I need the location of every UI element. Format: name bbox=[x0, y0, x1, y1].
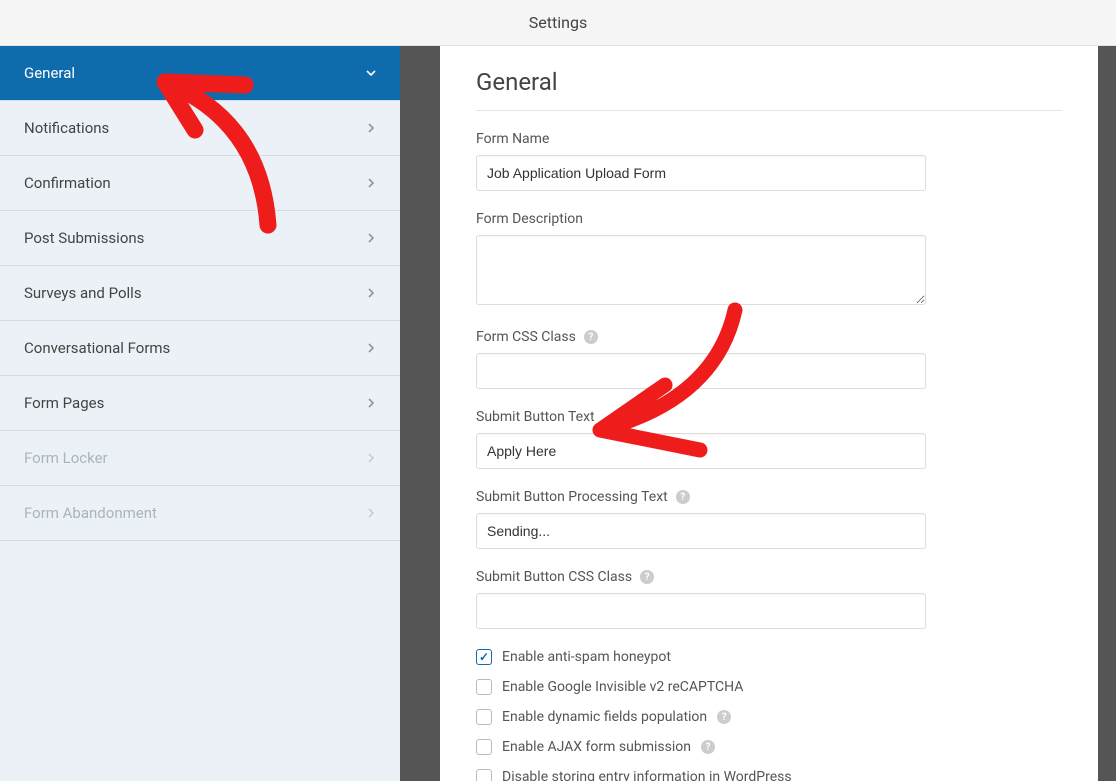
help-icon[interactable]: ? bbox=[584, 330, 598, 344]
form-description-label: Form Description bbox=[476, 211, 1062, 227]
help-icon[interactable]: ? bbox=[676, 490, 690, 504]
sidebar-item-label: Form Pages bbox=[24, 394, 104, 412]
checkbox-row: Enable anti-spam honeypot bbox=[476, 649, 1062, 665]
chevron-right-icon bbox=[366, 398, 376, 408]
checkbox-row: Disable storing entry information in Wor… bbox=[476, 769, 1062, 781]
form-name-label: Form Name bbox=[476, 131, 1062, 147]
checkbox-row: Enable AJAX form submission? bbox=[476, 739, 1062, 755]
gutter-right bbox=[1098, 46, 1116, 781]
page-title: General bbox=[476, 68, 1062, 111]
chevron-right-icon bbox=[366, 233, 376, 243]
checkbox-row: Enable Google Invisible v2 reCAPTCHA bbox=[476, 679, 1062, 695]
submit-processing-label: Submit Button Processing Text bbox=[476, 489, 668, 505]
settings-sidebar: General Notifications Confirmation Post Sub… bbox=[0, 46, 400, 781]
form-css-label: Form CSS Class bbox=[476, 329, 576, 345]
checkbox[interactable] bbox=[476, 769, 492, 781]
chevron-right-icon bbox=[366, 288, 376, 298]
sidebar-item-conversational-forms[interactable]: Conversational Forms bbox=[0, 321, 400, 376]
chevron-right-icon bbox=[366, 178, 376, 188]
field-form-css-class: Form CSS Class ? bbox=[476, 329, 1062, 389]
field-form-name: Form Name bbox=[476, 131, 1062, 191]
main-panel: General Form Name Form Description Form … bbox=[440, 46, 1098, 781]
checkbox[interactable] bbox=[476, 679, 492, 695]
sidebar-item-label: Form Abandonment bbox=[24, 504, 157, 522]
checkbox[interactable] bbox=[476, 739, 492, 755]
checkbox-label: Enable dynamic fields population bbox=[502, 709, 707, 725]
chevron-down-icon bbox=[366, 68, 376, 78]
checkbox-row: Enable dynamic fields population? bbox=[476, 709, 1062, 725]
sidebar-item-post-submissions[interactable]: Post Submissions bbox=[0, 211, 400, 266]
form-css-label-row: Form CSS Class ? bbox=[476, 329, 1062, 345]
sidebar-item-label: Notifications bbox=[24, 119, 109, 137]
field-form-description: Form Description bbox=[476, 211, 1062, 309]
checkbox-label: Enable AJAX form submission bbox=[502, 739, 691, 755]
field-submit-css: Submit Button CSS Class ? bbox=[476, 569, 1062, 629]
form-description-input[interactable] bbox=[476, 235, 926, 305]
sidebar-item-general[interactable]: General bbox=[0, 46, 400, 101]
help-icon[interactable]: ? bbox=[701, 740, 715, 754]
chevron-right-icon bbox=[366, 453, 376, 463]
form-css-input[interactable] bbox=[476, 353, 926, 389]
submit-processing-input[interactable] bbox=[476, 513, 926, 549]
submit-css-label: Submit Button CSS Class bbox=[476, 569, 632, 585]
chevron-right-icon bbox=[366, 508, 376, 518]
sidebar-item-notifications[interactable]: Notifications bbox=[0, 101, 400, 156]
sidebar-item-label: Form Locker bbox=[24, 449, 108, 467]
settings-title: Settings bbox=[529, 13, 587, 32]
help-icon[interactable]: ? bbox=[640, 570, 654, 584]
chevron-right-icon bbox=[366, 123, 376, 133]
submit-text-label: Submit Button Text bbox=[476, 409, 1062, 425]
submit-css-label-row: Submit Button CSS Class ? bbox=[476, 569, 1062, 585]
checkbox[interactable] bbox=[476, 709, 492, 725]
checkbox-list: Enable anti-spam honeypot Enable Google I… bbox=[476, 649, 1062, 781]
sidebar-item-label: Confirmation bbox=[24, 174, 111, 192]
submit-processing-label-row: Submit Button Processing Text ? bbox=[476, 489, 1062, 505]
form-name-input[interactable] bbox=[476, 155, 926, 191]
sidebar-item-label: Conversational Forms bbox=[24, 339, 170, 357]
sidebar-item-form-abandonment[interactable]: Form Abandonment bbox=[0, 486, 400, 541]
help-icon[interactable]: ? bbox=[717, 710, 731, 724]
field-submit-processing: Submit Button Processing Text ? bbox=[476, 489, 1062, 549]
gutter-left bbox=[400, 46, 440, 781]
sidebar-item-label: General bbox=[24, 64, 75, 82]
main-wrap: General Form Name Form Description Form … bbox=[400, 46, 1116, 781]
sidebar-item-form-pages[interactable]: Form Pages bbox=[0, 376, 400, 431]
submit-css-input[interactable] bbox=[476, 593, 926, 629]
checkbox-label: Enable Google Invisible v2 reCAPTCHA bbox=[502, 679, 743, 695]
sidebar-item-form-locker[interactable]: Form Locker bbox=[0, 431, 400, 486]
sidebar-item-label: Surveys and Polls bbox=[24, 284, 142, 302]
settings-layout: General Notifications Confirmation Post Sub… bbox=[0, 46, 1116, 781]
submit-text-input[interactable] bbox=[476, 433, 926, 469]
sidebar-item-confirmation[interactable]: Confirmation bbox=[0, 156, 400, 211]
checkbox-label: Enable anti-spam honeypot bbox=[502, 649, 671, 665]
chevron-right-icon bbox=[366, 343, 376, 353]
field-submit-text: Submit Button Text bbox=[476, 409, 1062, 469]
checkbox[interactable] bbox=[476, 649, 492, 665]
sidebar-item-surveys-and-polls[interactable]: Surveys and Polls bbox=[0, 266, 400, 321]
settings-header: Settings bbox=[0, 0, 1116, 46]
checkbox-label: Disable storing entry information in Wor… bbox=[502, 769, 792, 781]
sidebar-item-label: Post Submissions bbox=[24, 229, 144, 247]
